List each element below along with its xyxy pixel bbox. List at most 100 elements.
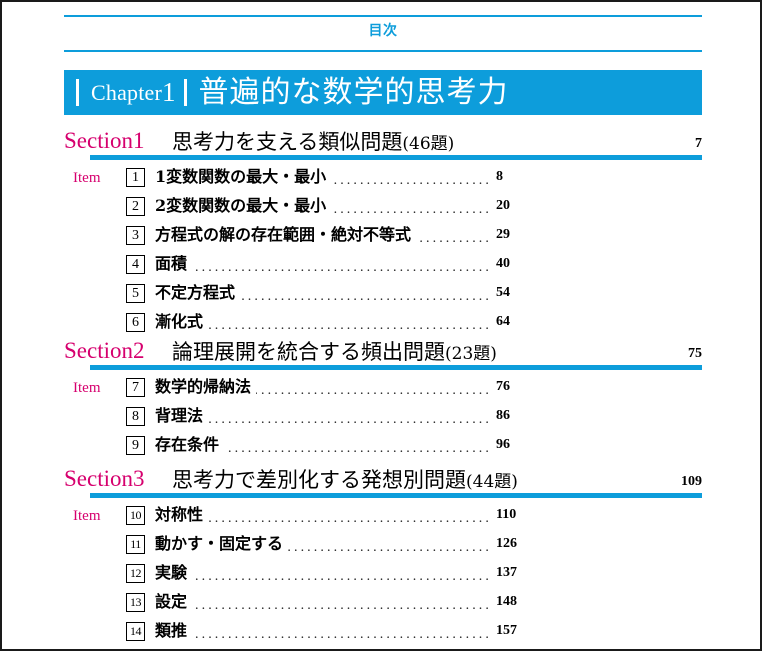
section-title: 論理展開を統合する頻出問題(23題)	[172, 342, 497, 363]
item-number-box: 1	[126, 168, 145, 187]
item-row[interactable]: 8 背理法....................................…	[64, 404, 702, 433]
item-number-box: 6	[126, 313, 145, 332]
item-page-number: 86	[496, 408, 510, 423]
section-underline-bar	[90, 365, 702, 370]
section-heading: Section3 思考力で差別化する発想別問題(44題) 109	[64, 460, 702, 493]
item-title: 1変数関数の最大・最小	[155, 167, 327, 186]
section-problem-count: (44題)	[466, 472, 518, 492]
item-title: 実験	[155, 563, 188, 582]
section-title: 思考力を支える類似問題(46題)	[172, 132, 454, 153]
item-title: 面積	[155, 254, 188, 273]
item-title: 漸化式	[155, 312, 204, 331]
dot-leader: ........................................…	[208, 416, 492, 424]
section-block: Section1 思考力を支える類似問題(46題) 7 Item 1 1変数関数の最大・最…	[64, 122, 702, 332]
chapter-banner: Chapter 1 普遍的な数学的思考力	[64, 70, 702, 115]
section-block: Section2 論理展開を統合する頻出問題(23題) 75 Item 7 数学的帰納法.…	[64, 332, 702, 455]
item-word-label: Item	[73, 508, 101, 524]
section-label: Section3	[64, 466, 145, 491]
section-block: Section3 思考力で差別化する発想別問題(44題) 109 Item 10 対称性.…	[64, 460, 702, 641]
dot-leader: .................	[416, 235, 492, 243]
dot-leader: ........................................…	[192, 264, 492, 272]
item-row[interactable]: 13 設定....................................…	[64, 590, 702, 619]
dot-leader: ...............................	[331, 206, 492, 214]
section-underline-bar	[90, 493, 702, 498]
item-page-number: 110	[496, 507, 517, 522]
item-title: 方程式の解の存在範囲・絶対不等式	[155, 225, 412, 244]
page-content: 目次 Chapter 1 普遍的な数学的思考力 Section1 思考力を支える類…	[64, 2, 702, 649]
item-number-box: 10	[126, 506, 145, 525]
item-list: Item 1 1変数関数の最大・最小........................…	[64, 165, 702, 339]
item-page-number: 157	[496, 623, 517, 638]
dot-leader: ........................................…	[208, 515, 492, 523]
item-number-box: 4	[126, 255, 145, 274]
item-row[interactable]: Item 7 数学的帰納法.............................…	[64, 375, 702, 404]
running-head-rule-bottom	[64, 50, 702, 52]
section-label: Section1	[64, 128, 145, 153]
item-page-number: 20	[496, 198, 510, 213]
item-page-number: 64	[496, 314, 510, 329]
item-number-box: 7	[126, 378, 145, 397]
section-underline-bar	[90, 155, 702, 160]
section-title-text: 思考力を支える類似問題	[172, 130, 403, 154]
item-row[interactable]: 5 不定方程式..................................…	[64, 281, 702, 310]
item-row[interactable]: 9 存在条件...................................…	[64, 433, 702, 462]
dot-leader: ........................................…	[224, 445, 492, 453]
item-row[interactable]: Item 1 1変数関数の最大・最小........................…	[64, 165, 702, 194]
item-title: 動かす・固定する	[155, 534, 284, 553]
item-row[interactable]: 2 2変数関数の最大・最小............................…	[64, 194, 702, 223]
item-row[interactable]: 12 実験....................................…	[64, 561, 702, 590]
chapter-divider-bar-left	[76, 79, 79, 106]
item-page-number: 29	[496, 227, 510, 242]
item-number-box: 9	[126, 436, 145, 455]
chapter-divider-bar-right	[183, 79, 187, 106]
dot-leader: ........................................…	[192, 602, 492, 610]
item-page-number: 126	[496, 536, 517, 551]
item-page-number: 8	[496, 169, 503, 184]
item-title: 設定	[155, 592, 188, 611]
item-row[interactable]: Item 10 対称性...............................…	[64, 503, 702, 532]
item-title: 類推	[155, 621, 188, 640]
item-list: Item 10 対称性...............................…	[64, 503, 702, 648]
dot-leader: ...............................	[331, 177, 492, 185]
item-title: 存在条件	[155, 435, 220, 454]
item-number-box: 8	[126, 407, 145, 426]
section-title-text: 思考力で差別化する発想別問題	[172, 468, 466, 492]
chapter-label: Chapter	[91, 79, 163, 105]
section-page-number: 75	[688, 346, 702, 361]
section-problem-count: (23題)	[445, 344, 497, 364]
item-number-box: 13	[126, 593, 145, 612]
item-page-number: 54	[496, 285, 510, 300]
item-list: Item 7 数学的帰納法.............................…	[64, 375, 702, 462]
item-word-label: Item	[73, 380, 101, 396]
section-label: Section2	[64, 338, 145, 363]
dot-leader: ........................................…	[256, 387, 492, 395]
item-page-number: 148	[496, 594, 517, 609]
chapter-title: 普遍的な数学的思考力	[198, 74, 509, 110]
section-heading: Section1 思考力を支える類似問題(46題) 7	[64, 122, 702, 155]
item-title: 2変数関数の最大・最小	[155, 196, 327, 215]
item-row[interactable]: 14 類推....................................…	[64, 619, 702, 648]
section-title-text: 論理展開を統合する頻出問題	[172, 340, 445, 364]
item-title: 数学的帰納法	[155, 377, 252, 396]
item-row[interactable]: 11 動かす・固定する..............................…	[64, 532, 702, 561]
item-page-number: 40	[496, 256, 510, 271]
dot-leader: ........................................…	[240, 293, 492, 301]
item-number-box: 11	[126, 535, 145, 554]
section-heading: Section2 論理展開を統合する頻出問題(23題) 75	[64, 332, 702, 365]
item-row[interactable]: 4 面積.....................................…	[64, 252, 702, 281]
dot-leader: ........................................…	[208, 322, 492, 330]
item-number-box: 14	[126, 622, 145, 641]
item-title: 不定方程式	[155, 283, 236, 302]
chapter-number: 1	[162, 77, 176, 107]
item-page-number: 96	[496, 437, 510, 452]
running-head-rule-top	[64, 15, 702, 17]
item-number-box: 2	[126, 197, 145, 216]
item-number-box: 5	[126, 284, 145, 303]
section-title: 思考力で差別化する発想別問題(44題)	[172, 470, 518, 491]
item-number-box: 12	[126, 564, 145, 583]
item-page-number: 137	[496, 565, 517, 580]
item-title: 背理法	[155, 406, 204, 425]
section-page-number: 7	[695, 136, 702, 151]
item-row[interactable]: 3 方程式の解の存在範囲・絶対不等式................. 29	[64, 223, 702, 252]
item-page-number: 76	[496, 379, 510, 394]
